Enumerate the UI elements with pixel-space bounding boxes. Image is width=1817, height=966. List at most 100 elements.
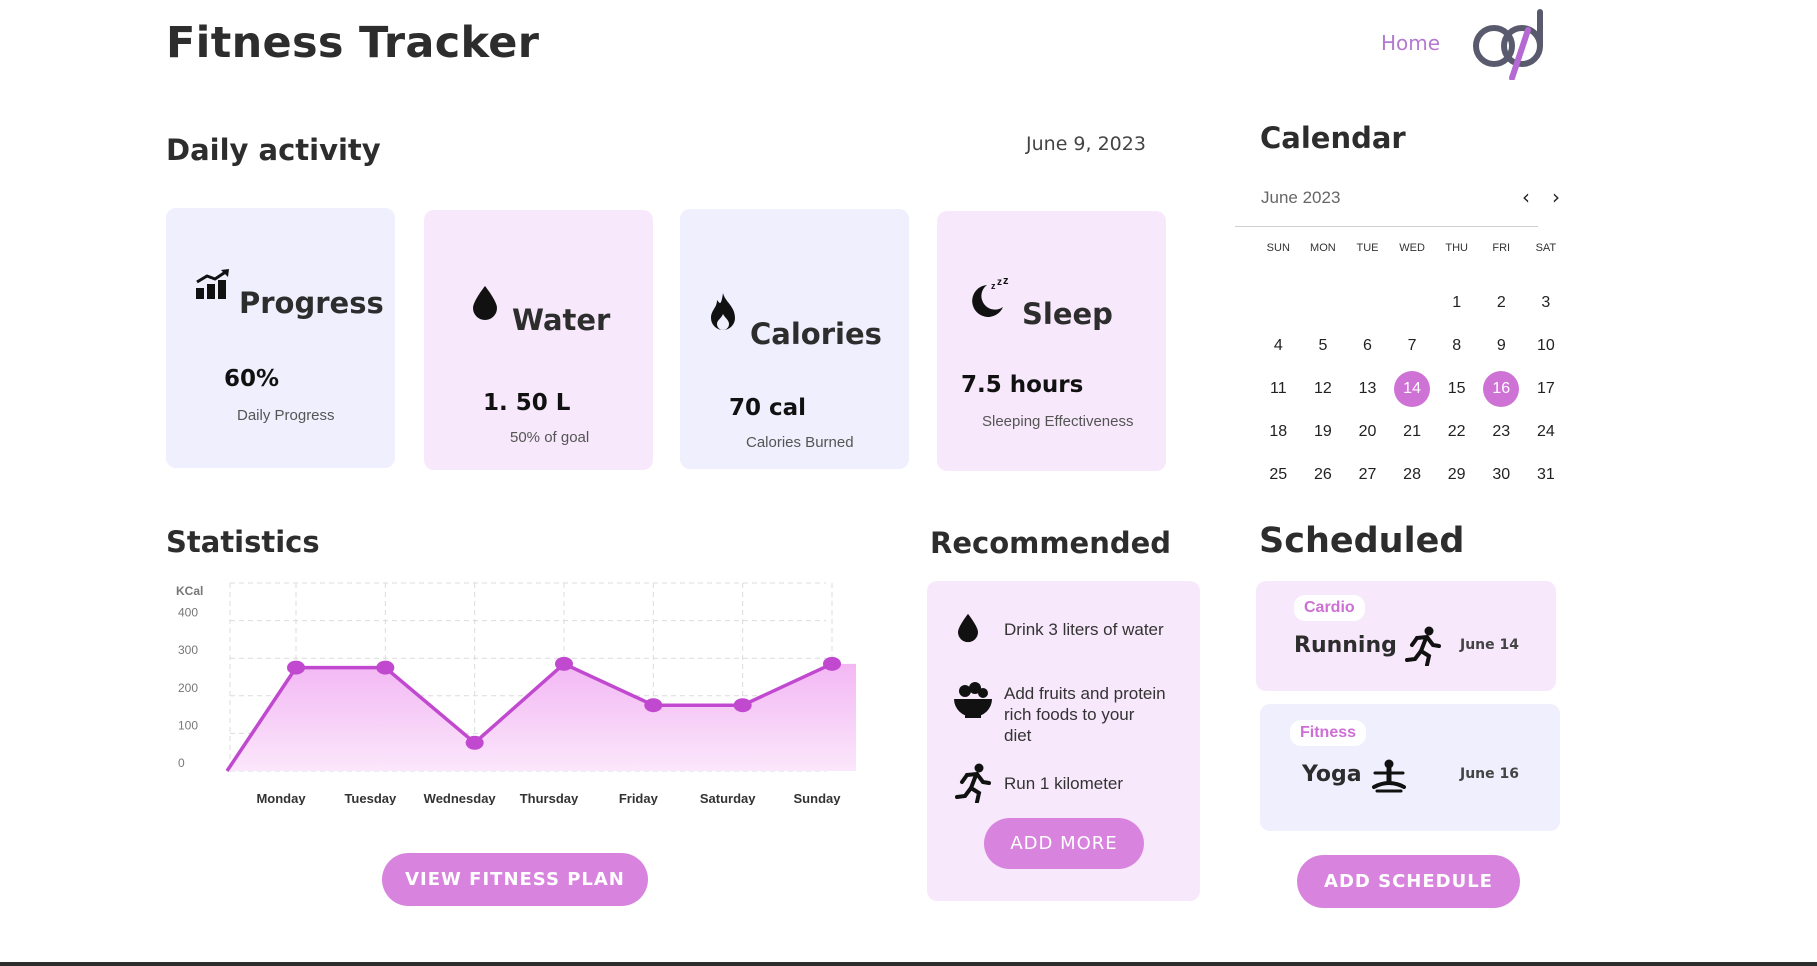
calendar-day[interactable]: 16 — [1479, 367, 1524, 410]
add-schedule-button[interactable]: ADD SCHEDULE — [1297, 855, 1520, 908]
footer-divider — [0, 962, 1817, 966]
calendar-day[interactable]: 7 — [1390, 324, 1435, 367]
calendar-day[interactable]: 3 — [1524, 281, 1569, 324]
calories-chart: KCal 0 100 200 300 400 Monday Tuesday Wednesday T… — [176, 582, 856, 805]
calendar-day-number: 30 — [1492, 465, 1511, 483]
calendar-day[interactable]: 21 — [1390, 410, 1435, 453]
calendar-empty-cell — [1256, 281, 1301, 324]
add-more-button[interactable]: ADD MORE — [984, 818, 1144, 869]
chart-x-tick: Monday — [256, 791, 306, 805]
calendar-day-number: 29 — [1447, 465, 1466, 483]
calendar-day[interactable]: 2 — [1479, 281, 1524, 324]
calories-card[interactable]: Calories 70 cal Calories Burned — [680, 209, 909, 469]
calendar-day[interactable]: 26 — [1301, 453, 1346, 496]
card-title: Water — [512, 303, 611, 337]
calendar-day[interactable]: 5 — [1301, 324, 1346, 367]
chevron-right-icon[interactable]: › — [1545, 184, 1567, 210]
calendar-day-number: 8 — [1452, 336, 1462, 354]
chart-y-tick: 200 — [178, 681, 198, 695]
calendar-day[interactable]: 9 — [1479, 324, 1524, 367]
running-icon — [1405, 626, 1441, 670]
water-card[interactable]: Water 1. 50 L 50% of goal — [424, 210, 653, 470]
chart-point[interactable] — [287, 660, 305, 675]
calendar-day[interactable]: 30 — [1479, 453, 1524, 496]
schedule-card[interactable]: Fitness Yoga June 16 — [1260, 704, 1560, 831]
schedule-date: June 14 — [1460, 637, 1519, 653]
chart-point[interactable] — [376, 660, 395, 675]
calendar-day[interactable]: 10 — [1524, 324, 1569, 367]
calendar-day-number: 23 — [1492, 422, 1511, 440]
calendar-day[interactable]: 8 — [1434, 324, 1479, 367]
calendar-day[interactable]: 15 — [1434, 367, 1479, 410]
recommendation-text: Run 1 kilometer — [1004, 774, 1124, 793]
chart-point[interactable] — [465, 735, 484, 750]
chevron-left-icon[interactable]: ‹ — [1515, 184, 1537, 210]
schedule-card[interactable]: Cardio Running June 14 — [1256, 581, 1556, 691]
calendar-weekday: THU — [1445, 242, 1468, 254]
calendar-day[interactable]: 18 — [1256, 410, 1301, 453]
recommendation-text: Drink 3 liters of water — [1004, 620, 1164, 639]
card-value: 70 cal — [729, 395, 807, 421]
chart-y-tick: 300 — [178, 643, 198, 657]
calendar-day[interactable]: 4 — [1256, 324, 1301, 367]
nav-home-link[interactable]: Home — [1381, 31, 1440, 55]
calendar-day[interactable]: 27 — [1345, 453, 1390, 496]
card-title: Progress — [239, 286, 384, 320]
calendar-day-number: 6 — [1363, 336, 1372, 354]
chart-x-tick: Tuesday — [344, 791, 397, 805]
calendar-day-number: 16 — [1483, 370, 1520, 407]
calendar-empty-cell — [1345, 281, 1390, 324]
calendar-weekday: WED — [1399, 242, 1425, 254]
calendar-day[interactable]: 14 — [1390, 367, 1435, 410]
infinity-logo-icon[interactable] — [1470, 8, 1552, 81]
calendar-day[interactable]: 25 — [1256, 453, 1301, 496]
calendar-day[interactable]: 31 — [1524, 453, 1569, 496]
calendar-day[interactable]: 29 — [1434, 453, 1479, 496]
calendar-day[interactable]: 17 — [1524, 367, 1569, 410]
calendar-day[interactable]: 12 — [1301, 367, 1346, 410]
calendar-title: Calendar — [1260, 121, 1406, 155]
calendar-day[interactable]: 28 — [1390, 453, 1435, 496]
calendar-day[interactable]: 6 — [1345, 324, 1390, 367]
recommended-title: Recommended — [930, 526, 1172, 560]
sleep-card[interactable]: z z z Sleep 7.5 hours Sleeping Effective… — [937, 211, 1166, 471]
calendar-day-number: 1 — [1452, 293, 1462, 311]
calendar-day[interactable]: 24 — [1524, 410, 1569, 453]
schedule-tag: Fitness — [1290, 720, 1367, 746]
chart-area — [227, 663, 856, 771]
calendar-empty-cell — [1301, 281, 1346, 324]
flame-icon — [707, 292, 739, 336]
svg-text:z: z — [997, 277, 1002, 288]
calendar-day[interactable]: 22 — [1434, 410, 1479, 453]
chart-point[interactable] — [823, 656, 841, 671]
calendar-day[interactable]: 11 — [1256, 367, 1301, 410]
chart-point[interactable] — [644, 698, 663, 713]
calendar-day-number: 20 — [1358, 422, 1377, 440]
card-subtitle: 50% of goal — [510, 429, 590, 446]
calendar-day[interactable]: 19 — [1301, 410, 1346, 453]
fruit-bowl-icon — [953, 681, 993, 723]
card-subtitle: Daily Progress — [237, 407, 335, 424]
card-value: 60% — [224, 366, 280, 392]
progress-card[interactable]: Progress 60% Daily Progress — [166, 208, 395, 468]
chart-point[interactable] — [555, 656, 573, 671]
chart-y-tick: 0 — [178, 756, 185, 770]
card-subtitle: Calories Burned — [746, 434, 854, 451]
calendar-day-number: 4 — [1273, 336, 1283, 354]
calendar-day[interactable]: 1 — [1434, 281, 1479, 324]
calendar-day[interactable]: 20 — [1345, 410, 1390, 453]
chart-x-tick: Sunday — [794, 791, 842, 805]
calendar-day-number: 5 — [1318, 336, 1328, 354]
chart-y-tick: 100 — [178, 718, 198, 732]
yoga-icon — [1371, 759, 1407, 799]
calendar-day-number: 11 — [1269, 379, 1287, 397]
calendar-day[interactable]: 23 — [1479, 410, 1524, 453]
card-title: Calories — [750, 317, 882, 351]
chart-x-tick: Saturday — [700, 791, 756, 805]
calendar-day-number: 27 — [1358, 465, 1377, 483]
calendar-day[interactable]: 13 — [1345, 367, 1390, 410]
view-fitness-plan-button[interactable]: VIEW FITNESS PLAN — [382, 853, 648, 906]
chart-point[interactable] — [733, 698, 752, 713]
calendar-day-number: 19 — [1313, 422, 1332, 440]
progress-chart-icon — [195, 268, 231, 304]
